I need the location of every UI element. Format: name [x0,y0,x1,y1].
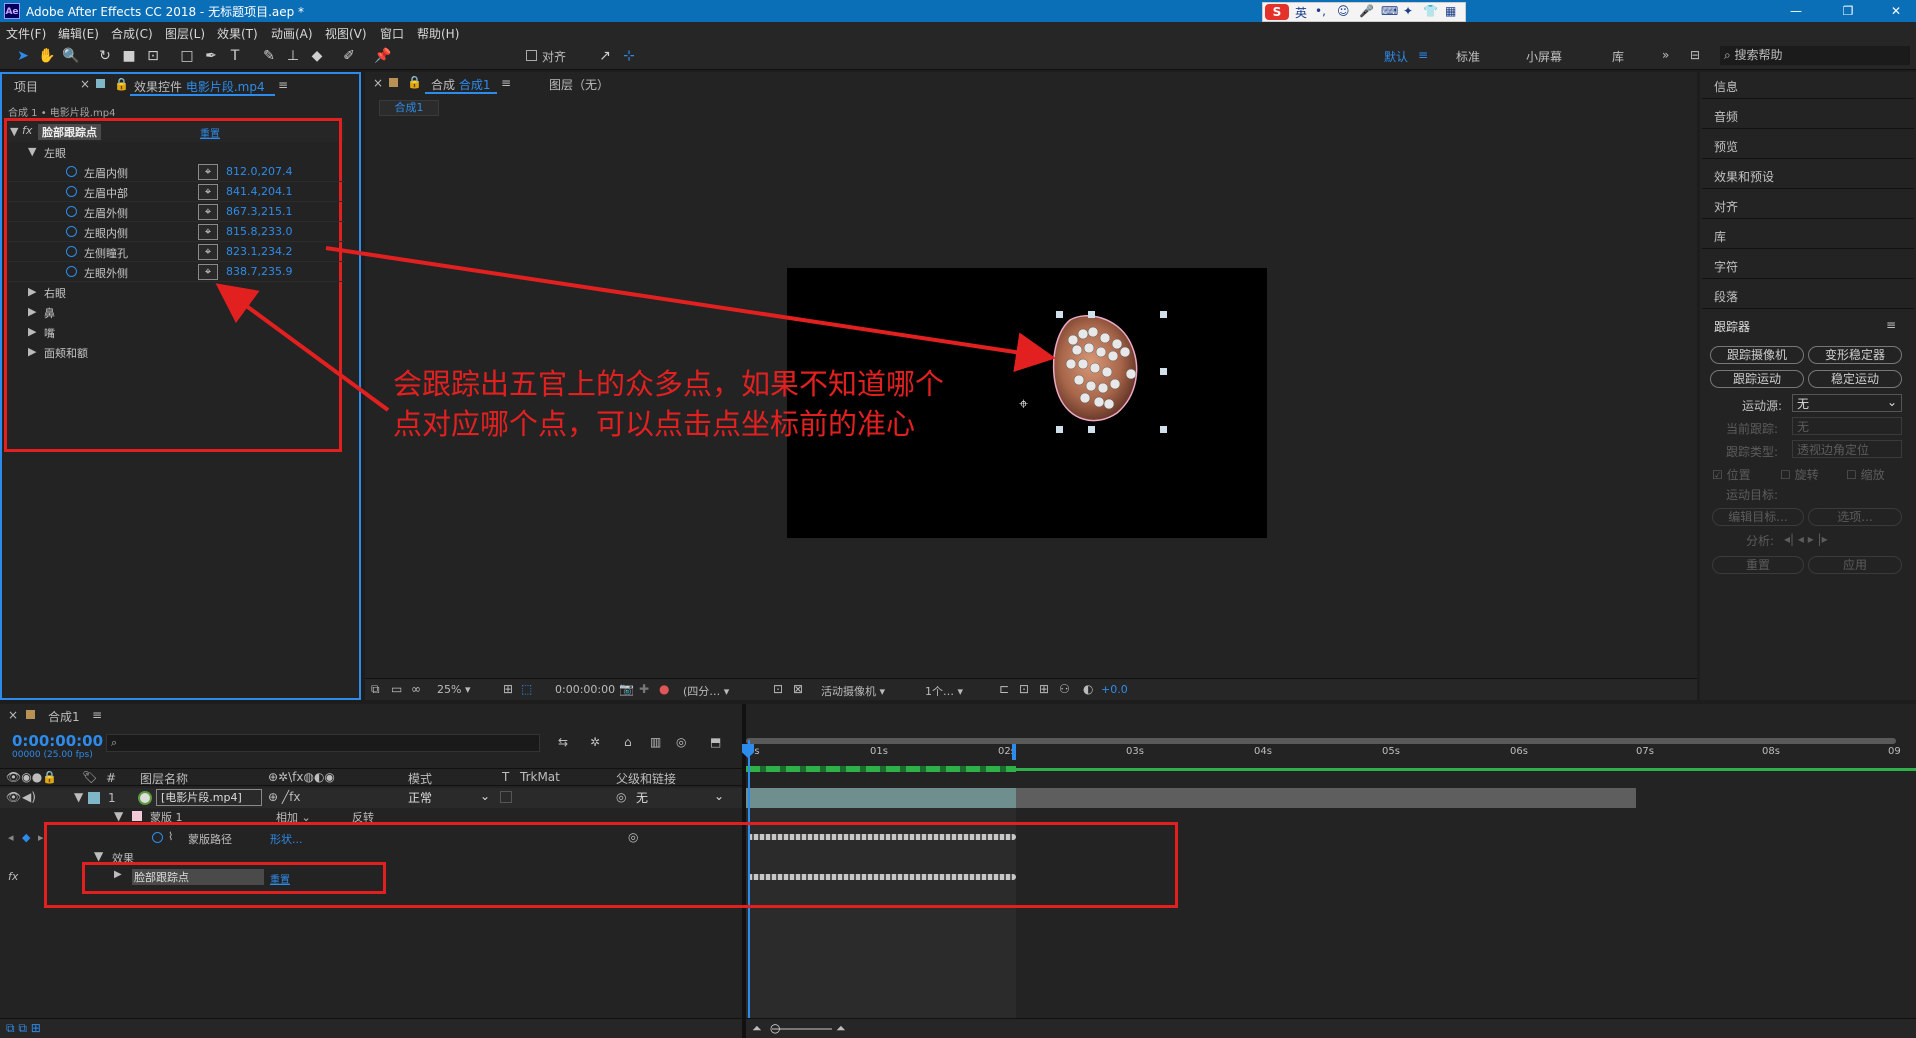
annotation-arrows [215,246,1056,412]
